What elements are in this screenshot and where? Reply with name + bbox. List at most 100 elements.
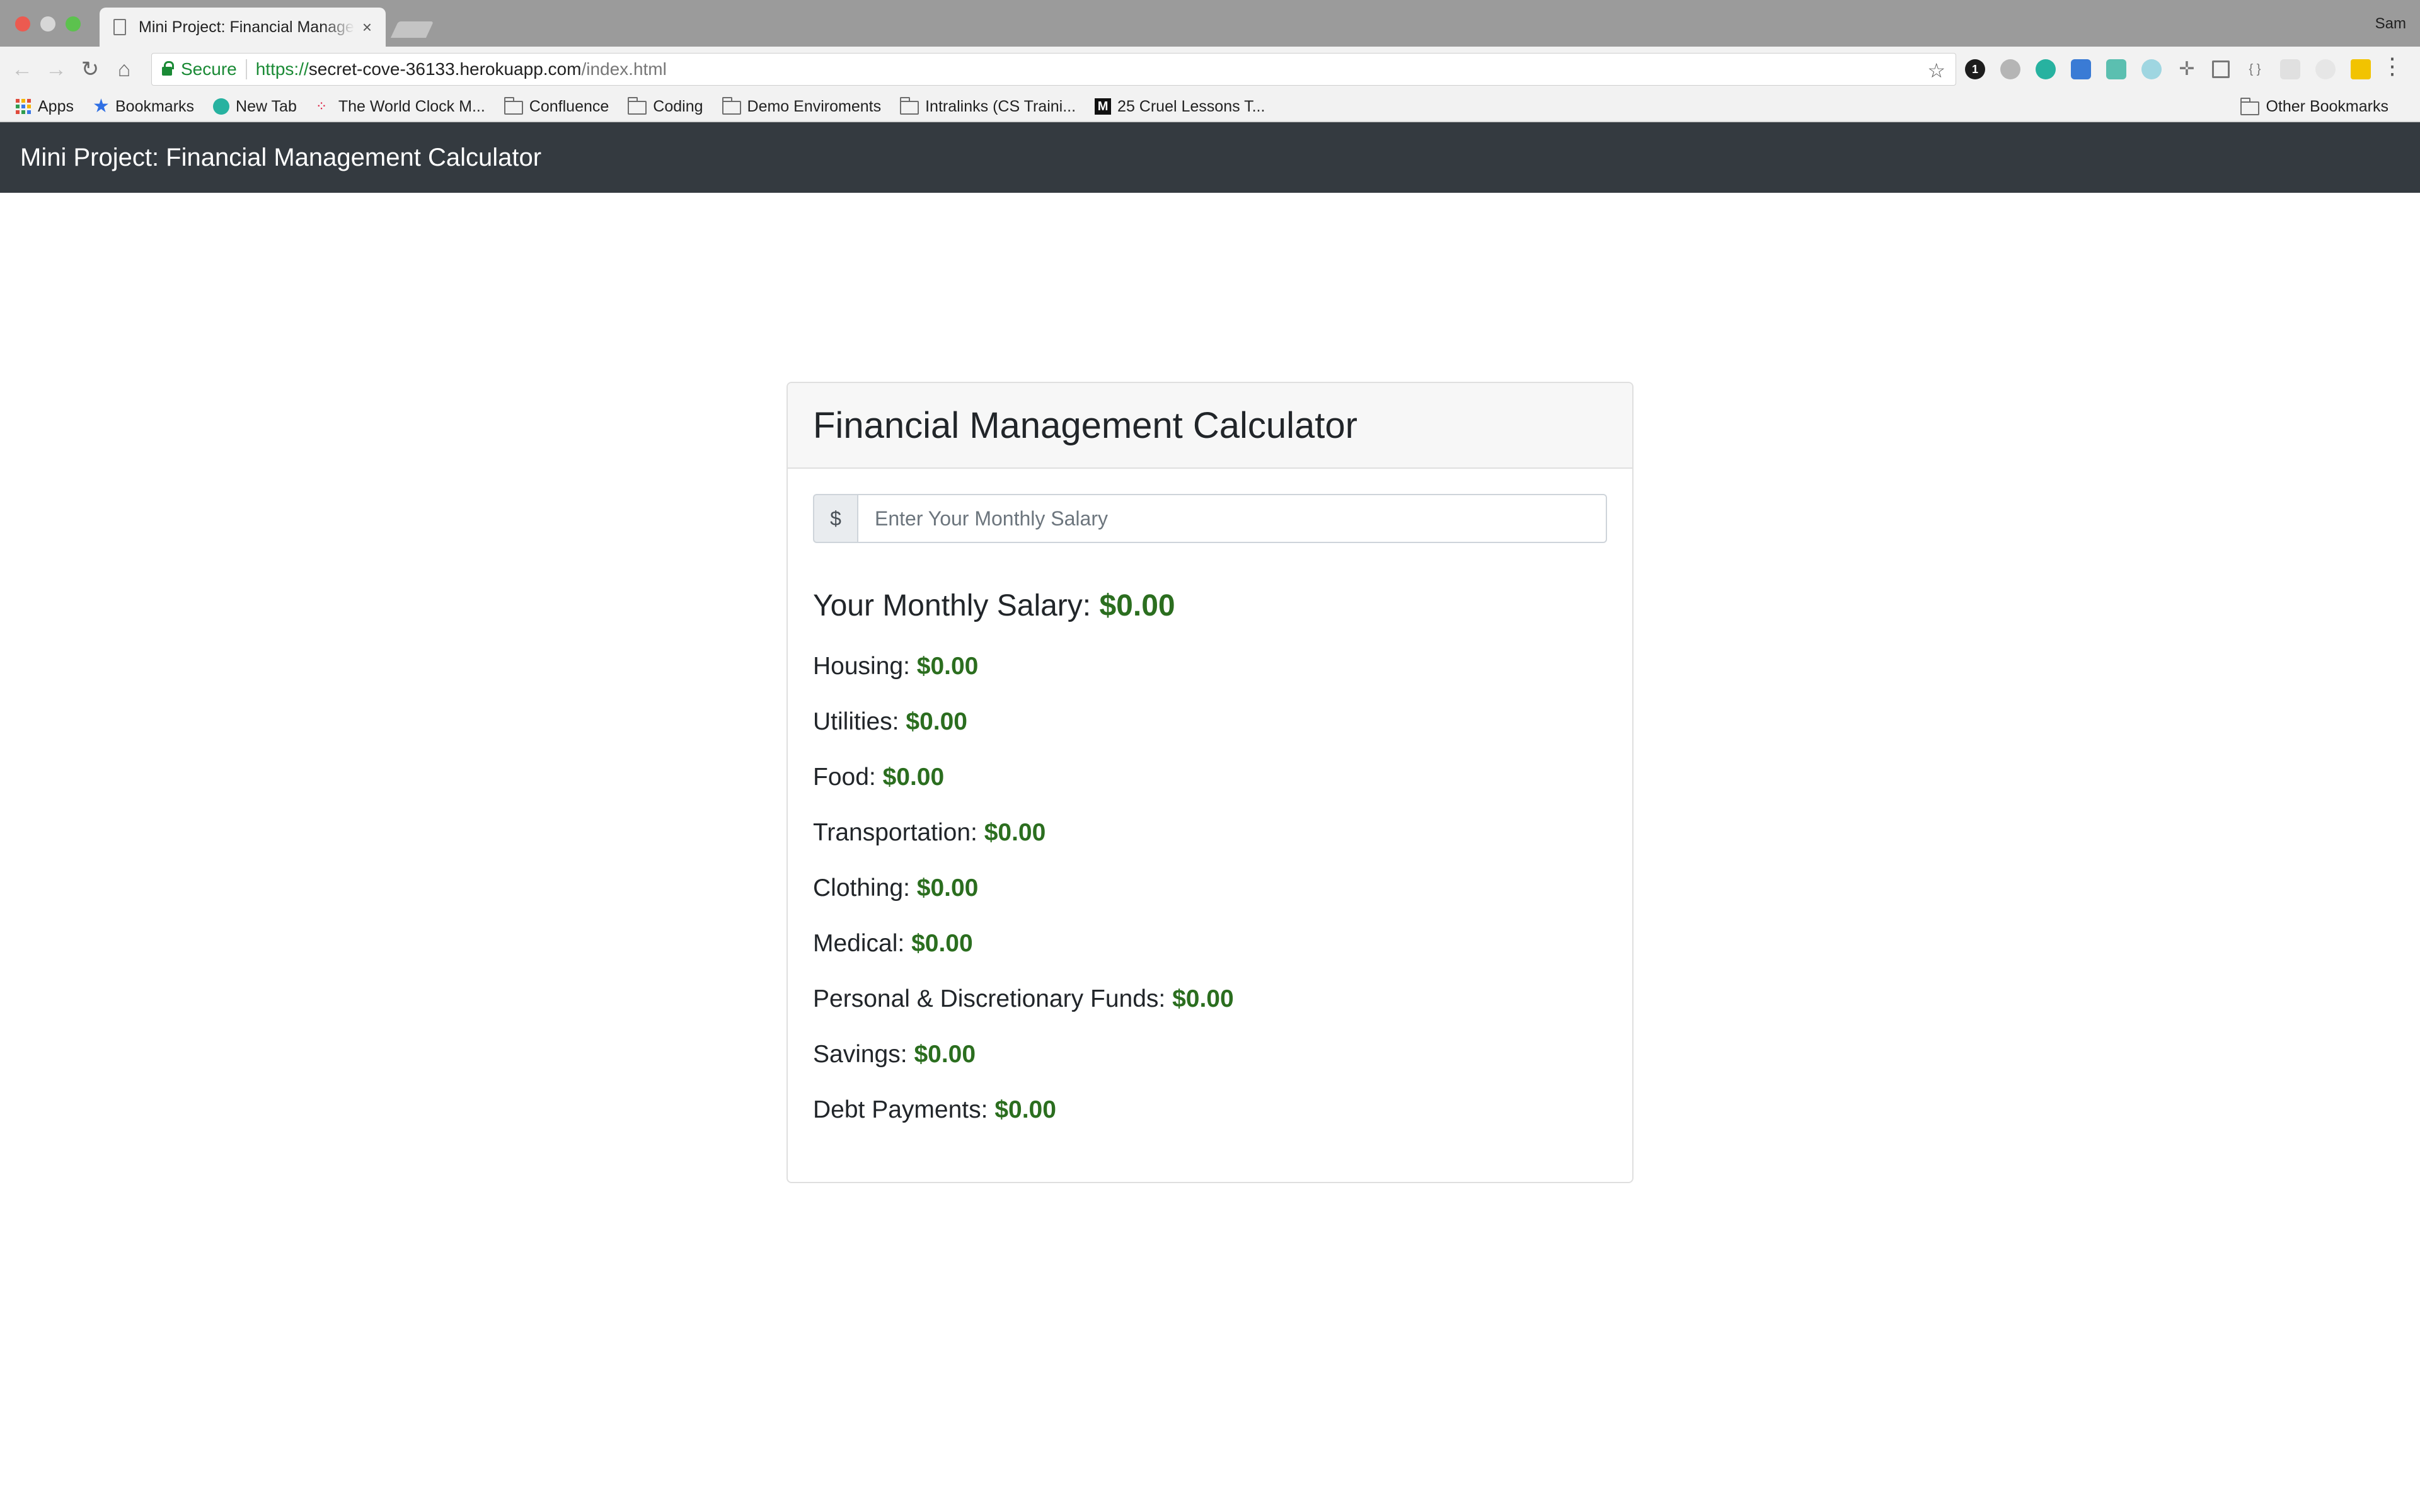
budget-item-value: $0.00 — [984, 819, 1046, 846]
zoom-window-button[interactable] — [66, 16, 81, 32]
reload-icon[interactable]: ↻ — [73, 57, 107, 82]
folder-icon — [2240, 97, 2260, 115]
profile-name[interactable]: Sam — [2375, 15, 2406, 33]
bookmark-folder-confluence[interactable]: Confluence — [504, 97, 609, 116]
budget-item-personal-discretionary: Personal & Discretionary Funds: $0.00 — [813, 985, 1607, 1041]
grey-circle-extension-icon[interactable] — [2000, 59, 2020, 79]
move-cross-extension-icon[interactable]: ✛ — [2177, 59, 2197, 79]
folder-icon — [504, 97, 523, 115]
bookmark-label: Intralinks (CS Traini... — [925, 97, 1076, 115]
bookmark-label: Demo Enviroments — [747, 97, 882, 115]
bookmark-apps[interactable]: Apps — [15, 98, 74, 116]
extensions-area: 1 ✛ { } — [1965, 54, 2386, 84]
secure-label: Secure — [181, 59, 237, 79]
translate-extension-icon[interactable] — [2071, 59, 2091, 79]
budget-item-utilities: Utilities: $0.00 — [813, 708, 1607, 764]
teal-circle-extension-icon[interactable] — [2036, 59, 2056, 79]
close-window-button[interactable] — [15, 16, 30, 32]
budget-item-label: Clothing: — [813, 874, 910, 902]
url-host: secret-cove-36133.herokuapp.com — [308, 59, 582, 79]
bookmark-label: Confluence — [529, 97, 609, 115]
new-tab-button[interactable] — [390, 21, 434, 38]
home-icon[interactable]: ⌂ — [107, 57, 141, 82]
picker-extension-icon[interactable] — [2106, 59, 2126, 79]
card-header: Financial Management Calculator — [788, 383, 1632, 469]
budget-item-debt-payments: Debt Payments: $0.00 — [813, 1096, 1607, 1152]
budget-item-label: Personal & Discretionary Funds: — [813, 985, 1166, 1012]
budget-item-label: Housing: — [813, 653, 910, 680]
bookmark-label: 25 Cruel Lessons T... — [1117, 97, 1265, 115]
monthly-salary-input[interactable] — [857, 494, 1607, 543]
budget-item-value: $0.00 — [906, 708, 967, 735]
tab-title: Mini Project: Financial Management Calcu… — [139, 18, 355, 36]
budget-item-value: $0.00 — [994, 1096, 1056, 1123]
monthly-salary-value: $0.00 — [1099, 589, 1175, 622]
address-bar[interactable]: Secure https:// secret-cove-36133.heroku… — [151, 53, 1956, 86]
bookmark-cruel-lessons[interactable]: M 25 Cruel Lessons T... — [1095, 98, 1265, 116]
url-scheme: https:// — [255, 59, 309, 79]
tab-close-icon[interactable]: × — [362, 18, 372, 37]
dollar-prefix: $ — [813, 494, 857, 543]
yellow-extension-icon[interactable] — [2351, 59, 2371, 79]
screenshot-extension-icon[interactable] — [2212, 60, 2230, 78]
budget-item-housing: Housing: $0.00 — [813, 653, 1607, 708]
bookmark-label: The World Clock M... — [338, 97, 485, 115]
budget-item-label: Savings: — [813, 1041, 908, 1068]
forward-arrow-icon[interactable]: → — [39, 57, 73, 82]
omnibox-divider — [245, 59, 247, 79]
url-path: /index.html — [581, 59, 667, 79]
budget-item-savings: Savings: $0.00 — [813, 1041, 1607, 1096]
pale-square-extension-icon[interactable] — [2280, 59, 2300, 79]
teal-circle-icon — [213, 98, 230, 115]
browser-tab-strip: Mini Project: Financial Management Calcu… — [0, 0, 2420, 47]
bookmark-folder-intralinks[interactable]: Intralinks (CS Traini... — [900, 97, 1076, 116]
card-body: $ Your Monthly Salary: $0.00 Housing: $0… — [788, 469, 1632, 1152]
budget-item-value: $0.00 — [916, 653, 979, 680]
browser-tab-active[interactable]: Mini Project: Financial Management Calcu… — [100, 8, 386, 47]
browser-menu-icon[interactable]: ⋮ — [2381, 53, 2404, 79]
folder-icon — [900, 97, 919, 115]
bookmark-new-tab[interactable]: New Tab — [213, 98, 297, 116]
budget-item-label: Medical: — [813, 930, 905, 957]
site-navbar: Mini Project: Financial Management Calcu… — [0, 122, 2420, 193]
budget-item-transportation: Transportation: $0.00 — [813, 819, 1607, 874]
bookmark-folder-coding[interactable]: Coding — [628, 97, 703, 116]
clock-dots-icon: ⁘ — [315, 98, 327, 114]
page-icon — [113, 19, 126, 35]
budget-item-value: $0.00 — [916, 874, 979, 902]
folder-icon — [628, 97, 647, 115]
budget-item-label: Transportation: — [813, 819, 977, 846]
bookmark-other-bookmarks[interactable]: Other Bookmarks — [2240, 97, 2388, 116]
back-arrow-icon[interactable]: ← — [5, 57, 39, 82]
bookmark-folder-demo-enviroments[interactable]: Demo Enviroments — [722, 97, 882, 116]
folder-icon — [722, 97, 741, 115]
salary-input-group: $ — [813, 494, 1607, 543]
navbar-brand[interactable]: Mini Project: Financial Management Calcu… — [20, 144, 541, 172]
bookmark-label: New Tab — [236, 97, 297, 115]
minimize-window-button[interactable] — [40, 16, 55, 32]
budget-item-clothing: Clothing: $0.00 — [813, 874, 1607, 930]
password-manager-extension-icon[interactable]: 1 — [1965, 59, 1985, 79]
bookmark-star-icon[interactable]: ☆ — [1927, 59, 1945, 83]
bookmark-label: Bookmarks — [115, 97, 195, 115]
budget-item-value: $0.00 — [1172, 985, 1234, 1012]
budget-item-label: Food: — [813, 764, 876, 791]
monthly-salary-summary: Your Monthly Salary: $0.00 — [813, 587, 1607, 625]
bookmark-bookmarks[interactable]: ★ Bookmarks — [92, 96, 195, 117]
apps-grid-icon — [15, 98, 32, 115]
budget-item-medical: Medical: $0.00 — [813, 930, 1607, 985]
medium-m-icon: M — [1095, 98, 1112, 115]
star-icon: ★ — [92, 96, 110, 117]
budget-item-label: Utilities: — [813, 708, 899, 735]
budget-item-value: $0.00 — [911, 930, 973, 957]
browser-toolbar: ← → ↻ ⌂ Secure https:// secret-cove-3613… — [0, 47, 2420, 92]
calculator-card: Financial Management Calculator $ Your M… — [786, 382, 1634, 1183]
budget-item-label: Debt Payments: — [813, 1096, 988, 1123]
bookmark-world-clock[interactable]: ⁘ The World Clock M... — [316, 98, 485, 116]
budget-item-value: $0.00 — [882, 764, 945, 791]
lock-icon — [162, 61, 174, 76]
pale-circle-extension-icon[interactable] — [2315, 59, 2336, 79]
bookmark-label: Coding — [653, 97, 703, 115]
light-blue-extension-icon[interactable] — [2141, 59, 2162, 79]
json-extension-icon[interactable]: { } — [2245, 59, 2265, 79]
